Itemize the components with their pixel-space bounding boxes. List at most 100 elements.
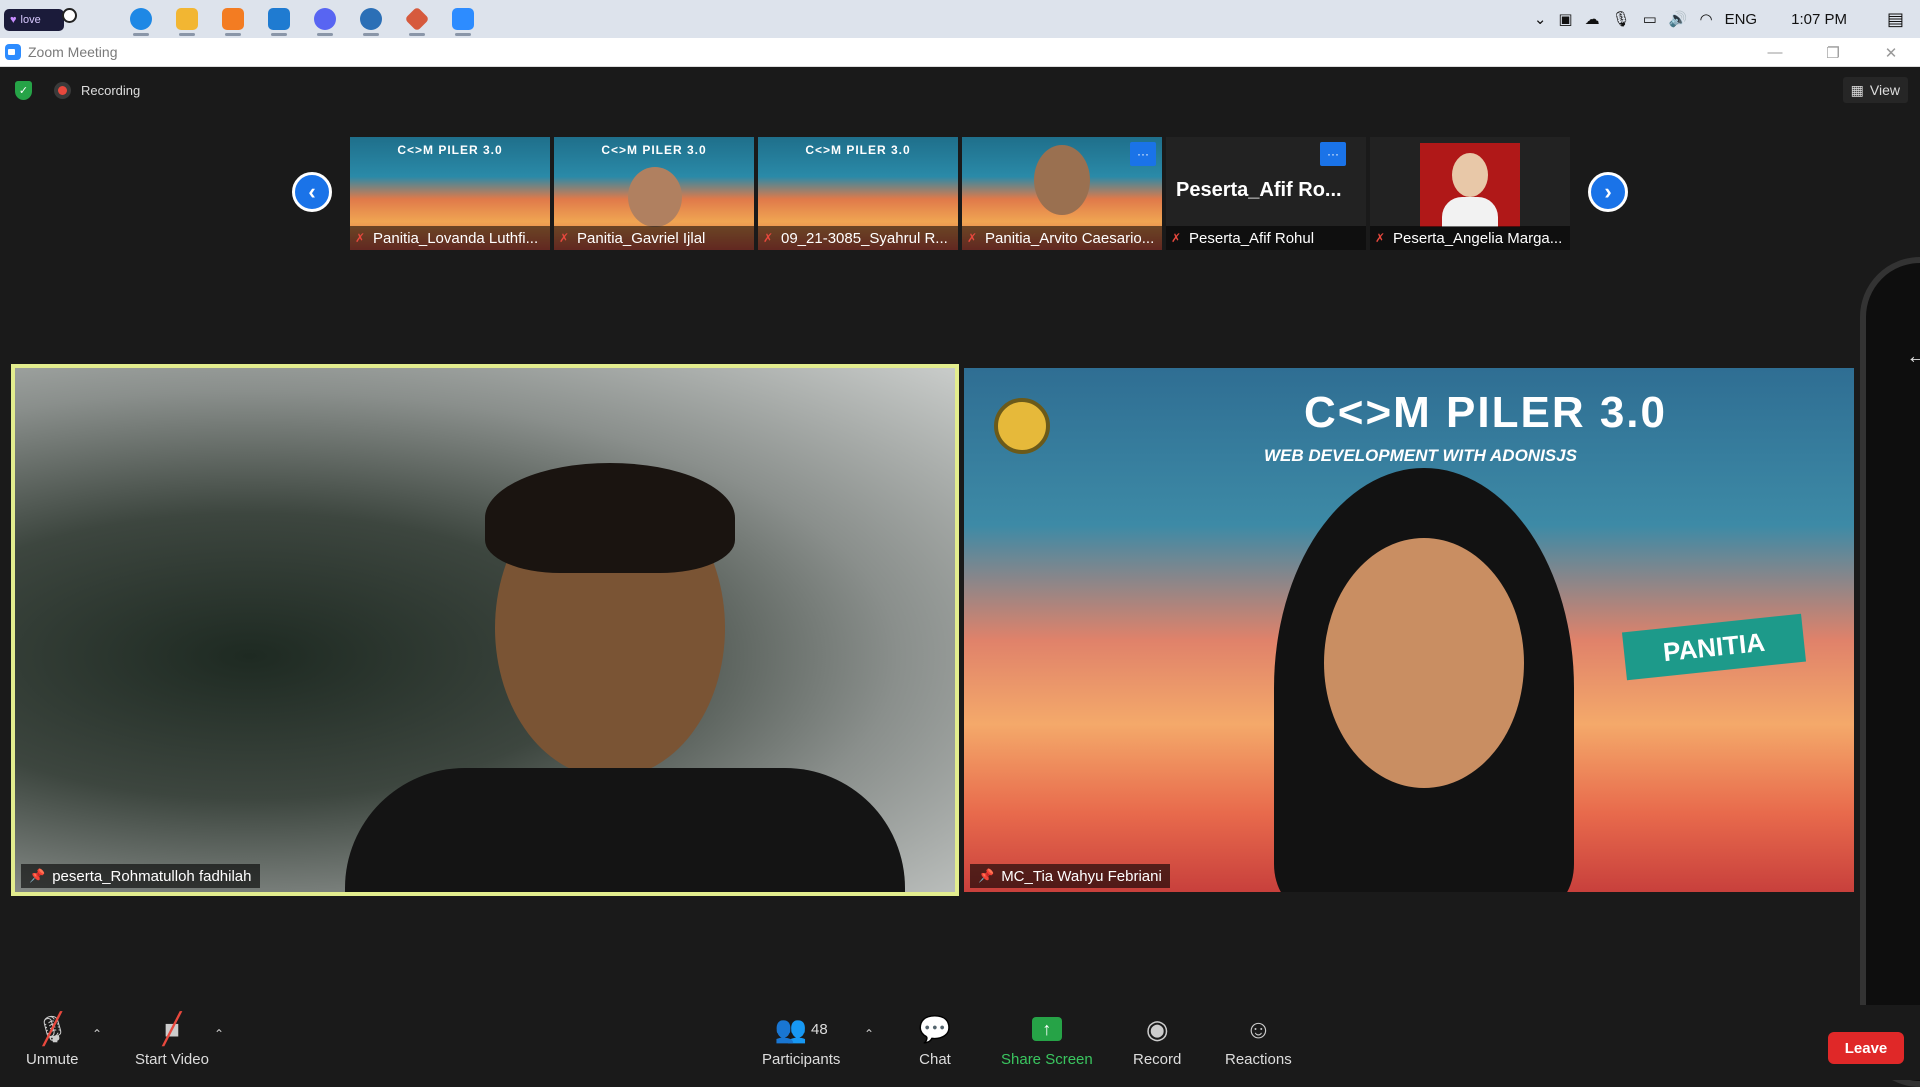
taskbar-apps [118, 0, 486, 38]
start-video-button[interactable]: ■ ╱ Start Video [135, 1013, 209, 1069]
reactions-button[interactable]: ☺ Reactions [1225, 1013, 1292, 1069]
taskbar-app-vscode[interactable] [256, 0, 302, 38]
git-icon [404, 6, 430, 32]
taskbar-app-discord[interactable] [302, 0, 348, 38]
meeting-status: ✓ Recording [15, 81, 140, 100]
participant-name: MC_Tia Wahyu Febriani [1001, 867, 1162, 885]
language-indicator[interactable]: ENG [1725, 11, 1758, 28]
participant-name-label: ✗ Peserta_Afif Rohul [1166, 226, 1366, 250]
leave-button[interactable]: Leave [1828, 1032, 1904, 1064]
participant-thumbnail[interactable]: C<>M PILER 3.0 ✗ Panitia_Lovanda Luthfi..… [350, 137, 550, 250]
chevron-up-icon[interactable]: ⌄ [1534, 10, 1547, 28]
more-options-button[interactable]: ··· [1130, 142, 1156, 166]
window-titlebar: Zoom Meeting — ❐ ✕ [0, 38, 1920, 67]
recording-label: Recording [81, 83, 141, 98]
participant-name-label: 📌 MC_Tia Wahyu Febriani [970, 864, 1170, 888]
vscode-icon [268, 8, 290, 30]
view-label: View [1869, 82, 1900, 98]
camera-icon[interactable]: ▣ [1558, 10, 1572, 28]
previous-page-button[interactable]: ‹ [292, 172, 332, 212]
participant-face [1324, 538, 1524, 788]
view-button[interactable]: ▦ View [1842, 77, 1908, 103]
audio-options-caret[interactable]: ⌃ [92, 1027, 102, 1041]
sourcetree-icon [360, 8, 382, 30]
wifi-icon[interactable]: ◠ [1700, 10, 1713, 28]
taskbar-app-zoom[interactable] [440, 0, 486, 38]
zoom-icon [452, 8, 474, 30]
participant-thumbnail[interactable]: C<>M PILER 3.0 ✗ Panitia_Gavriel Ijlal [554, 137, 754, 250]
edge-icon [130, 8, 152, 30]
participant-shirt [1442, 197, 1498, 227]
participant-photo [1420, 143, 1520, 227]
participant-thumbnail[interactable]: Peserta_Afif Ro... ··· ✗ Peserta_Afif Roh… [1166, 137, 1366, 250]
window-controls: — ❐ ✕ [1746, 38, 1920, 67]
restore-button[interactable]: ❐ [1804, 38, 1862, 67]
reactions-label: Reactions [1225, 1051, 1292, 1068]
clock[interactable]: 1:07 PM [1791, 11, 1847, 28]
notification-icon[interactable]: ▤ [1887, 9, 1904, 30]
mic-muted-icon: ✗ [763, 231, 774, 245]
love-widget[interactable]: ♥ love [4, 9, 64, 31]
share-screen-button[interactable]: ↑ Share Screen [1001, 1013, 1093, 1068]
next-page-button[interactable]: › [1588, 172, 1628, 212]
mic-muted-icon: ✗ [967, 231, 978, 245]
taskbar-app-git[interactable] [394, 0, 440, 38]
microphone-icon[interactable]: 🎙 [1612, 10, 1631, 28]
participants-count: 48 [811, 1020, 828, 1038]
participants-button[interactable]: 👥 48 Participants [762, 1013, 841, 1069]
close-button[interactable]: ✕ [1862, 38, 1920, 67]
windows-taskbar: ♥ love ⌄ ▣ ☁ 🎙 ▭ 🔊 ◠ ENG 1:07 PM ▤ [0, 0, 1920, 38]
unmute-label: Unmute [26, 1051, 79, 1068]
share-screen-icon: ↑ [1029, 1013, 1065, 1045]
participant-name: Panitia_Gavriel Ijlal [577, 229, 706, 247]
participants-options-caret[interactable]: ⌃ [864, 1027, 874, 1041]
chat-label: Chat [919, 1051, 951, 1068]
event-logo: C<>M PILER 3.0 [1304, 388, 1668, 437]
system-tray: ⌄ ▣ ☁ 🎙 ▭ 🔊 ◠ ENG 1:07 PM ▤ [1534, 0, 1920, 38]
participant-video[interactable]: C<>M PILER 3.0 WEB DEVELOPMENT WITH ADON… [964, 368, 1854, 892]
participants-label: Participants [762, 1051, 841, 1068]
chevron-right-icon: › [1604, 179, 1612, 204]
microphone-muted-icon: 🎙 ╱ [35, 1012, 69, 1046]
chat-button[interactable]: 💬 Chat [917, 1013, 953, 1069]
video-options-caret[interactable]: ⌃ [214, 1027, 224, 1041]
taskbar-app-sourcetree[interactable] [348, 0, 394, 38]
participant-name: peserta_Rohmatulloh fadhilah [52, 867, 252, 885]
participant-thumbnail[interactable]: C<>M PILER 3.0 ✗ 09_21-3085_Syahrul R... [758, 137, 958, 250]
participant-name-label: ✗ Panitia_Gavriel Ijlal [554, 226, 754, 250]
record-button[interactable]: ◉ Record [1133, 1013, 1181, 1069]
cloud-icon[interactable]: ☁ [1585, 10, 1600, 28]
participant-name-label: ✗ 09_21-3085_Syahrul R... [758, 226, 958, 250]
discord-icon [314, 8, 336, 30]
phone-overlay: ← [1860, 257, 1920, 1087]
taskbar-app-edge[interactable] [118, 0, 164, 38]
participant-name: Panitia_Arvito Caesario... [985, 229, 1155, 247]
meeting-toolbar: 🎙 ╱ Unmute ⌃ ■ ╱ Start Video ⌃ 👥 48 Partici… [0, 1005, 1920, 1080]
unmute-button[interactable]: 🎙 ╱ Unmute [26, 1012, 79, 1069]
recording-icon[interactable] [54, 82, 71, 99]
participant-name-label: 📌 peserta_Rohmatulloh fadhilah [21, 864, 260, 888]
participant-thumbnail[interactable]: ✗ Peserta_Angelia Marga... [1370, 137, 1570, 250]
mic-muted-icon: ✗ [1171, 231, 1182, 245]
more-options-button[interactable]: ··· [1320, 142, 1346, 166]
shield-icon[interactable]: ✓ [15, 81, 32, 100]
active-speaker-video[interactable]: 📌 peserta_Rohmatulloh fadhilah [11, 364, 959, 896]
record-icon: ◉ [1145, 1013, 1169, 1044]
zoom-logo-icon [5, 44, 21, 60]
grid-icon: ▦ [1850, 81, 1864, 98]
participant-name-label: ✗ Panitia_Lovanda Luthfi... [350, 226, 550, 250]
participant-name: Peserta_Afif Rohul [1189, 229, 1315, 247]
event-subtitle: WEB DEVELOPMENT WITH ADONISJS [1264, 446, 1577, 465]
taskbar-app-explorer[interactable] [164, 0, 210, 38]
share-screen-label: Share Screen [1001, 1051, 1093, 1068]
battery-icon[interactable]: ▭ [1643, 10, 1657, 28]
reactions-icon: ☺ [1245, 1013, 1272, 1044]
participant-title: Peserta_Afif Ro... [1176, 179, 1342, 201]
minimize-button[interactable]: — [1746, 38, 1804, 67]
speaker-icon[interactable]: 🔊 [1669, 10, 1688, 28]
taskbar-app-xampp[interactable] [210, 0, 256, 38]
pin-icon: 📌 [29, 868, 46, 883]
back-arrow-icon: ← [1906, 343, 1920, 368]
participant-thumbnail[interactable]: ··· ✗ Panitia_Arvito Caesario... [962, 137, 1162, 250]
circle-icon [62, 8, 77, 23]
